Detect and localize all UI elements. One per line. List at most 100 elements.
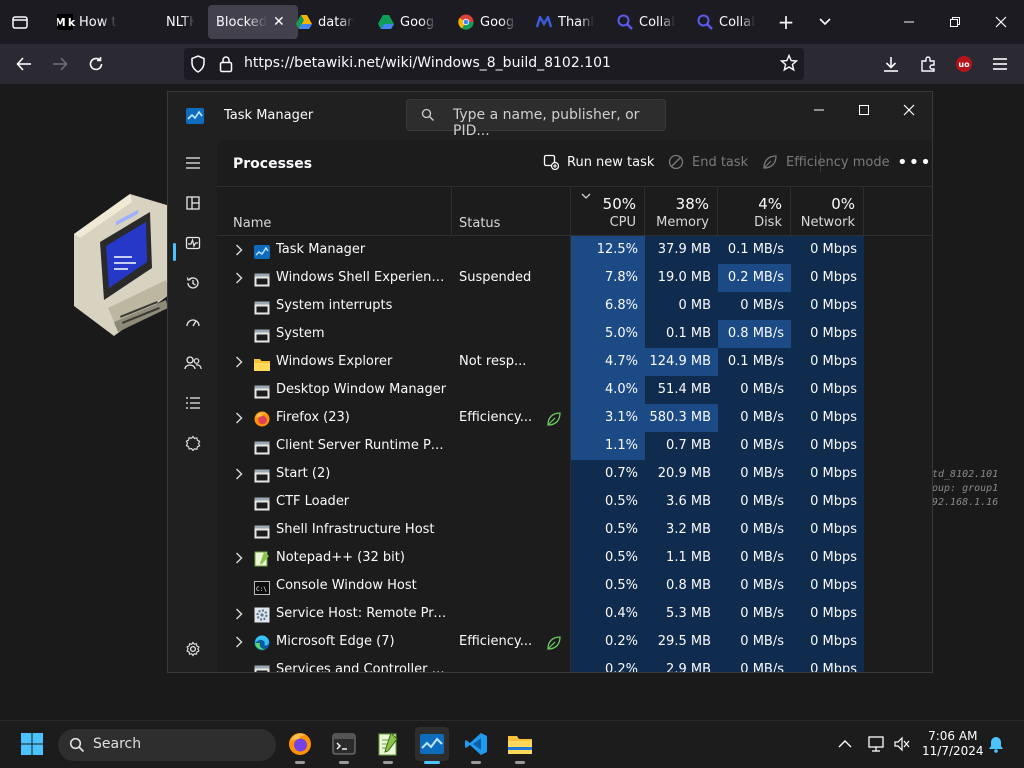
tracking-protection-icon[interactable]	[190, 55, 206, 77]
process-row[interactable]: Windows Shell Experience Host Suspended 7.…	[217, 264, 932, 292]
forward-icon[interactable]	[48, 52, 72, 76]
browser-tab[interactable]: M k How t	[57, 5, 127, 39]
process-row[interactable]: System interrupts 6.8% 0 MB 0 MB/s 0 Mbps	[217, 292, 932, 320]
tab-overview-icon[interactable]	[8, 10, 32, 34]
app-menu-icon[interactable]	[988, 52, 1012, 76]
notification-bell-icon[interactable]	[979, 727, 1013, 761]
disk-value: 0.8 MB/s	[727, 326, 784, 341]
browser-tab[interactable]: Blocked ✕	[208, 5, 298, 39]
name-column-header[interactable]: Name	[217, 187, 452, 235]
process-row[interactable]: Start (2) 0.7% 20.9 MB 0 MB/s 0 Mbps	[217, 460, 932, 488]
close-icon[interactable]	[894, 98, 924, 122]
disk-column-header[interactable]: 4% Disk	[718, 187, 791, 235]
expand-chevron-icon[interactable]	[233, 628, 245, 656]
process-row[interactable]: Notepad++ (32 bit) 0.5% 1.1 MB 0 MB/s 0 Mbps	[217, 544, 932, 572]
efficiency-mode-button[interactable]: Efficiency mode	[762, 154, 890, 170]
services-icon[interactable]	[180, 430, 206, 456]
cpu-column-header[interactable]: 50% CPU	[571, 187, 645, 235]
reload-icon[interactable]	[84, 52, 108, 76]
browser-tab[interactable]: NLTK	[144, 5, 194, 39]
volume-muted-icon[interactable]	[885, 727, 919, 761]
run-new-task-button[interactable]: Run new task	[543, 154, 654, 170]
task-manager-window: Task Manager Type a name, publisher, or …	[167, 91, 933, 673]
process-app-icon	[254, 550, 270, 567]
end-task-button[interactable]: End task	[668, 154, 748, 170]
taskbar-clock[interactable]: 7:06 AM 11/7/2024	[922, 729, 984, 759]
expand-chevron-icon[interactable]	[233, 236, 245, 264]
process-row[interactable]: Services and Controller app 0.2% 2.9 MB 0 M…	[217, 656, 932, 672]
browser-tab[interactable]: datam	[296, 5, 354, 39]
hamburger-icon[interactable]	[180, 150, 206, 176]
url-text[interactable]: https://betawiki.net/wiki/Windows_8_buil…	[244, 55, 611, 71]
process-row[interactable]: Desktop Window Manager 4.0% 51.4 MB 0 MB/s 0…	[217, 376, 932, 404]
memory-cell: 29.5 MB	[645, 628, 718, 656]
network-cell: 0 Mbps	[791, 516, 864, 544]
more-options-icon[interactable]: •••	[897, 152, 932, 173]
expand-chevron-icon[interactable]	[233, 348, 245, 376]
process-row[interactable]: Windows Explorer Not resp... 4.7% 124.9 MB 0…	[217, 348, 932, 376]
expand-chevron-icon[interactable]	[233, 544, 245, 572]
close-tab-icon[interactable]: ✕	[273, 14, 285, 30]
expand-chevron-icon[interactable]	[233, 600, 245, 628]
expand-chevron-icon[interactable]	[233, 404, 245, 432]
notepadpp-icon[interactable]	[371, 727, 405, 764]
back-icon[interactable]	[12, 52, 36, 76]
start-button[interactable]	[15, 727, 49, 761]
task-manager-icon[interactable]	[415, 727, 449, 764]
url-bar[interactable]: https://betawiki.net/wiki/Windows_8_buil…	[184, 48, 804, 80]
lock-icon[interactable]	[219, 55, 233, 77]
process-row[interactable]: Task Manager 12.5% 37.9 MB 0.1 MB/s 0 Mbps	[217, 236, 932, 264]
disk-value: 0 MB/s	[740, 550, 784, 565]
extensions-icon[interactable]	[916, 52, 940, 76]
downloads-icon[interactable]	[879, 52, 903, 76]
firefox-icon[interactable]	[283, 727, 317, 764]
process-row[interactable]: Microsoft Edge (7) Efficiency... 0.2% 29.5 …	[217, 628, 932, 656]
process-row[interactable]: Firefox (23) Efficiency... 3.1% 580.3 MB 0 M…	[217, 404, 932, 432]
app-history-icon[interactable]	[180, 270, 206, 296]
process-row[interactable]: Client Server Runtime Process 1.1% 0.7 MB 0…	[217, 432, 932, 460]
process-name-cell: Task Manager	[217, 236, 452, 264]
process-status-cell	[452, 292, 571, 320]
list-all-tabs-icon[interactable]	[813, 10, 837, 34]
terminal-icon[interactable]	[327, 727, 361, 764]
minimize-icon[interactable]	[804, 98, 834, 122]
browser-tab[interactable]: Collab	[617, 5, 675, 39]
startup-apps-icon[interactable]	[180, 310, 206, 336]
process-search-input[interactable]: Type a name, publisher, or PID...	[406, 99, 666, 139]
processes-icon[interactable]	[180, 190, 206, 216]
browser-tab[interactable]: Googl	[458, 5, 516, 39]
show-hidden-icons-icon[interactable]	[828, 727, 862, 761]
ublock-origin-icon[interactable]: uo	[952, 52, 976, 76]
file-explorer-icon[interactable]	[503, 727, 537, 764]
browser-restore-icon[interactable]	[943, 10, 967, 34]
process-row[interactable]: C:\ Console Window Host 0.5% 0.8 MB 0 MB/s 0 …	[217, 572, 932, 600]
vscode-icon[interactable]	[459, 727, 493, 764]
browser-tab[interactable]: Googl	[378, 5, 436, 39]
status-column-header[interactable]: Status	[452, 187, 571, 235]
process-row[interactable]: Service Host: Remote Procedure Call 0.4% 5…	[217, 600, 932, 628]
process-name: Console Window Host	[276, 578, 417, 593]
details-icon[interactable]	[180, 390, 206, 416]
memory-column-header[interactable]: 38% Memory	[645, 187, 718, 235]
network-column-header[interactable]: 0% Network	[791, 187, 864, 235]
users-icon[interactable]	[180, 350, 206, 376]
bookmark-star-icon[interactable]	[779, 53, 799, 76]
browser-minimize-icon[interactable]	[897, 10, 921, 34]
expand-chevron-icon[interactable]	[233, 264, 245, 292]
process-row[interactable]: CTF Loader 0.5% 3.6 MB 0 MB/s 0 Mbps	[217, 488, 932, 516]
taskbar-search-box[interactable]: Search	[58, 729, 276, 761]
disk-cell: 0 MB/s	[718, 376, 791, 404]
maximize-icon[interactable]	[849, 98, 879, 122]
browser-close-icon[interactable]	[989, 10, 1013, 34]
new-tab-icon[interactable]: +	[774, 10, 798, 34]
process-row[interactable]: System 5.0% 0.1 MB 0.8 MB/s 0 Mbps	[217, 320, 932, 348]
process-status-cell	[452, 236, 571, 264]
browser-tab[interactable]: Thank	[536, 5, 594, 39]
settings-icon[interactable]	[180, 636, 206, 662]
expand-chevron-icon[interactable]	[233, 460, 245, 488]
performance-icon[interactable]	[180, 230, 206, 256]
memory-cell: 37.9 MB	[645, 236, 718, 264]
task-manager-title: Task Manager	[224, 108, 314, 123]
browser-tab[interactable]: Collab	[697, 5, 755, 39]
process-row[interactable]: Shell Infrastructure Host 0.5% 3.2 MB 0 MB/…	[217, 516, 932, 544]
